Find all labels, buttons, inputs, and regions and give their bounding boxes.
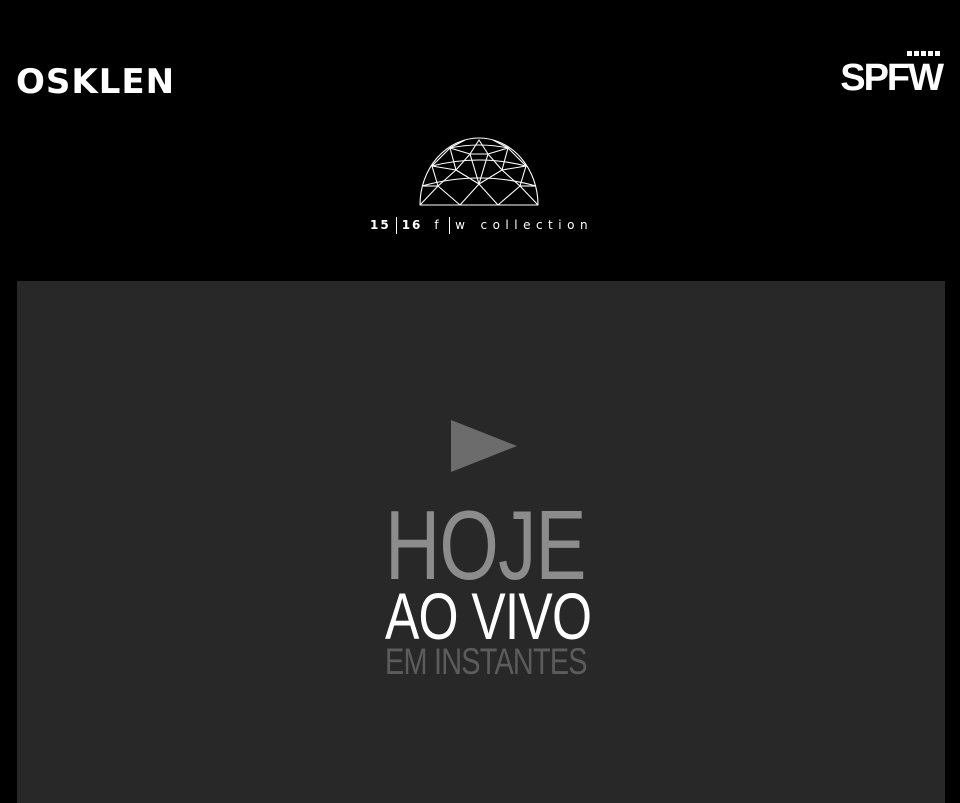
osklen-logo[interactable]: OSKLEN [16,62,175,102]
divider [395,216,397,234]
play-icon [451,420,517,472]
geodesic-dome-icon [419,137,539,206]
spfw-logo-text: SPFW [840,57,944,99]
collection-label: 15 16 f w collection [370,216,600,234]
line-winter: w [455,218,471,232]
status-soon: EM INSTANTES [385,641,588,682]
headline-live: AO VIVO [385,579,592,653]
divider [449,216,451,234]
season-year-start: 15 [370,218,391,232]
play-button[interactable] [451,420,519,474]
spfw-squares-icon [907,51,940,56]
headline-today: HOJE [385,490,587,600]
collection-word: collection [480,218,594,232]
video-player[interactable]: HOJE AO VIVO EM INSTANTES [17,281,945,803]
season-year-end: 16 [401,218,423,232]
line-fall: f [434,218,445,232]
spfw-logo[interactable]: SPFW [824,49,944,99]
live-announcement: HOJE AO VIVO EM INSTANTES [385,490,592,682]
